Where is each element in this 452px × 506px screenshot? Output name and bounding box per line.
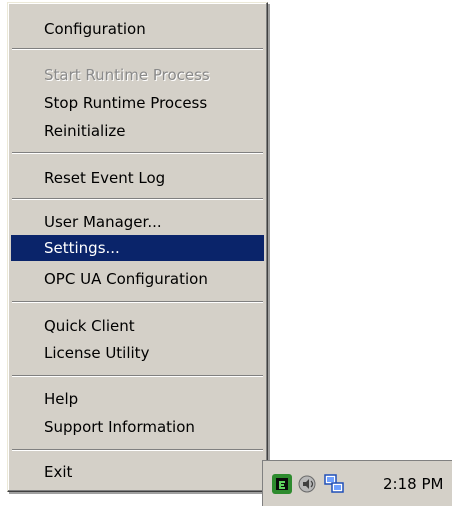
menu-item-stop-runtime-process[interactable]: Stop Runtime Process [11, 90, 264, 116]
menu-separator [12, 449, 263, 451]
menu-separator [12, 375, 263, 377]
taskbar-clock[interactable]: 2:18 PM [383, 473, 443, 495]
menu-item-opc-ua-configuration[interactable]: OPC UA Configuration [11, 266, 264, 292]
menu-item-license-utility[interactable]: License Utility [11, 340, 264, 366]
menu-item-user-manager[interactable]: User Manager... [11, 209, 264, 235]
menu-item-start-runtime-process: Start Runtime Process [44, 66, 210, 84]
menu-separator [12, 48, 263, 50]
system-tray: 2:18 PM [262, 460, 452, 506]
menu-item-reset-event-log[interactable]: Reset Event Log [11, 165, 264, 191]
menu-item-reinitialize[interactable]: Reinitialize [11, 118, 264, 144]
menu-item-quick-client[interactable]: Quick Client [11, 313, 264, 339]
menu-item-configuration[interactable]: Configuration [11, 16, 264, 42]
audio-volume-icon[interactable] [297, 473, 319, 495]
kepserver-tray-icon[interactable] [271, 473, 293, 495]
network-connections-icon[interactable] [323, 473, 345, 495]
menu-item-support-information[interactable]: Support Information [11, 414, 264, 440]
menu-item-settings[interactable]: Settings... [11, 235, 264, 261]
menu-separator [12, 198, 263, 200]
context-menu: Configuration Start Runtime Process Stop… [7, 2, 268, 492]
menu-separator [12, 301, 263, 303]
menu-separator [12, 152, 263, 154]
menu-item-exit[interactable]: Exit [11, 459, 264, 485]
menu-item-help[interactable]: Help [11, 386, 264, 412]
